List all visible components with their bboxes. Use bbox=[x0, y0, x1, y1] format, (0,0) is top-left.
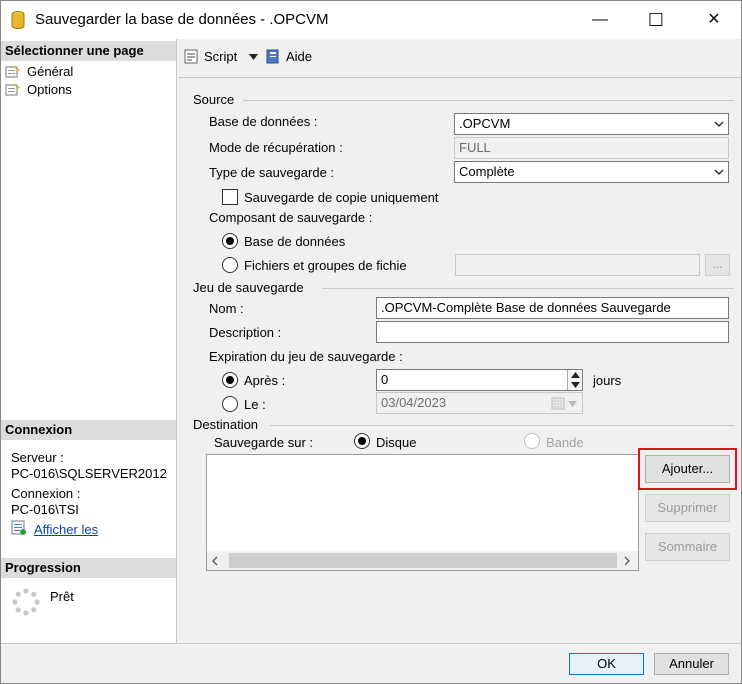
tape-radio bbox=[524, 433, 540, 449]
chevron-left-icon[interactable] bbox=[212, 556, 218, 566]
description-input[interactable] bbox=[376, 321, 729, 343]
toolbar-separator bbox=[178, 77, 741, 78]
connection-value: PC-016\TSI bbox=[11, 502, 79, 517]
backup-set-name-input[interactable]: .OPCVM-Complète Base de données Sauvegar… bbox=[376, 297, 729, 319]
expire-after-radio[interactable] bbox=[222, 372, 238, 388]
properties-icon bbox=[11, 520, 26, 535]
group-divider bbox=[243, 100, 734, 101]
connection-label: Connexion : bbox=[11, 486, 81, 501]
copy-only-checkbox[interactable] bbox=[222, 189, 238, 205]
disk-label: Disque bbox=[376, 435, 417, 450]
remove-destination-button[interactable]: Supprimer bbox=[645, 494, 730, 522]
bottom-bar: OK Annuler bbox=[1, 643, 741, 683]
cancel-button[interactable]: Annuler bbox=[654, 653, 729, 675]
title-bar: Sauvegarder la base de données - .OPCVM … bbox=[1, 1, 741, 39]
expire-after-days-value: 0 bbox=[381, 372, 389, 387]
backup-to-label: Sauvegarde sur : bbox=[214, 435, 314, 450]
maximize-button[interactable]: ☐ bbox=[633, 5, 679, 35]
help-label: Aide bbox=[286, 49, 313, 64]
group-divider bbox=[322, 288, 734, 289]
backup-type-value: Complète bbox=[459, 164, 515, 179]
backup-dialog: Sauvegarder la base de données - .OPCVM … bbox=[0, 0, 742, 684]
chevron-down-icon bbox=[714, 121, 724, 127]
days-unit-label: jours bbox=[593, 373, 622, 388]
horizontal-scrollbar[interactable] bbox=[207, 551, 638, 570]
component-files-label: Fichiers et groupes de fichie bbox=[244, 258, 407, 273]
backup-set-group-label: Jeu de sauvegarde bbox=[193, 280, 304, 295]
destination-list[interactable] bbox=[206, 454, 639, 571]
backup-type-combobox[interactable]: Complète bbox=[454, 161, 729, 183]
database-icon bbox=[11, 11, 25, 29]
page-item-options[interactable]: Options bbox=[5, 81, 72, 98]
help-icon bbox=[266, 49, 279, 64]
chevron-down-icon[interactable] bbox=[571, 382, 580, 388]
view-connection-properties-link[interactable]: Afficher les bbox=[34, 522, 98, 537]
chevron-down-icon bbox=[714, 169, 724, 175]
server-value: PC-016\SQLSERVER2012 bbox=[11, 466, 167, 481]
stepper-buttons[interactable] bbox=[567, 370, 582, 390]
chevron-right-icon[interactable] bbox=[624, 556, 630, 566]
group-divider bbox=[270, 425, 734, 426]
disk-radio[interactable] bbox=[354, 433, 370, 449]
destination-group-label: Destination bbox=[193, 417, 259, 432]
page-item-label: Général bbox=[27, 64, 74, 79]
progress-spinner-icon bbox=[12, 588, 40, 616]
database-combobox[interactable]: .OPCVM bbox=[454, 113, 729, 135]
chevron-down-icon bbox=[568, 401, 577, 407]
name-label: Nom : bbox=[209, 301, 244, 316]
contents-button[interactable]: Sommaire bbox=[645, 533, 730, 561]
minimize-button[interactable]: — bbox=[577, 5, 623, 35]
backup-type-label: Type de sauvegarde : bbox=[209, 165, 335, 180]
component-files-radio[interactable] bbox=[222, 257, 238, 273]
description-label: Description : bbox=[209, 325, 282, 340]
scrollbar-thumb[interactable] bbox=[229, 553, 617, 568]
expire-after-days-stepper[interactable]: 0 bbox=[376, 369, 583, 391]
left-pane: Sélectionner une page Général Options Co… bbox=[1, 39, 177, 643]
recovery-model-label: Mode de récupération : bbox=[209, 140, 343, 155]
database-value: .OPCVM bbox=[459, 116, 511, 131]
script-icon bbox=[184, 49, 198, 64]
expire-on-radio[interactable] bbox=[222, 396, 238, 412]
expire-on-date-value: 03/04/2023 bbox=[381, 395, 447, 410]
progress-status: Prêt bbox=[50, 589, 74, 604]
copy-only-label: Sauvegarde de copie uniquement bbox=[244, 190, 439, 205]
component-database-radio[interactable] bbox=[222, 233, 238, 249]
source-group-label: Source bbox=[193, 92, 235, 107]
close-button[interactable]: ✕ bbox=[691, 5, 737, 35]
browse-files-button[interactable]: ... bbox=[705, 254, 730, 276]
select-page-header: Sélectionner une page bbox=[1, 41, 176, 61]
chevron-up-icon[interactable] bbox=[571, 372, 580, 378]
calendar-icon bbox=[551, 397, 565, 410]
connection-header: Connexion bbox=[1, 420, 176, 440]
chevron-down-icon[interactable] bbox=[249, 54, 258, 60]
tape-label: Bande bbox=[546, 435, 584, 450]
window-title: Sauvegarder la base de données - .OPCVM bbox=[35, 11, 329, 28]
files-filegroups-field bbox=[455, 254, 700, 276]
expire-on-date-picker: 03/04/2023 bbox=[376, 392, 583, 414]
component-database-label: Base de données bbox=[244, 234, 346, 249]
expire-after-label: Après : bbox=[244, 373, 286, 388]
script-label: Script bbox=[204, 49, 238, 64]
page-item-label: Options bbox=[27, 82, 72, 97]
server-label: Serveur : bbox=[11, 450, 64, 465]
page-icon bbox=[5, 65, 20, 78]
backup-component-label: Composant de sauvegarde : bbox=[209, 210, 373, 225]
expiration-label: Expiration du jeu de sauvegarde : bbox=[209, 349, 403, 364]
expire-on-label: Le : bbox=[244, 397, 266, 412]
ok-button[interactable]: OK bbox=[569, 653, 644, 675]
add-destination-button[interactable]: Ajouter... bbox=[645, 455, 730, 483]
database-label: Base de données : bbox=[209, 114, 318, 129]
recovery-model-field: FULL bbox=[454, 137, 729, 159]
page-icon bbox=[5, 83, 20, 96]
progress-header: Progression bbox=[1, 558, 176, 578]
page-item-general[interactable]: Général bbox=[5, 63, 73, 80]
